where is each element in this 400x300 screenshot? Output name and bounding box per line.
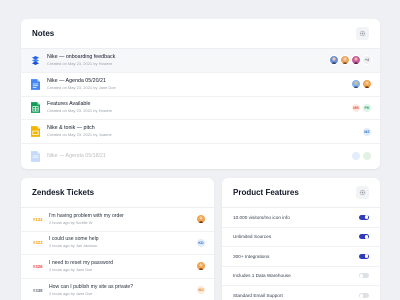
note-row[interactable]: Features Available Created on May 23, 20…: [21, 97, 380, 121]
ticket-title: I need to reset my password: [49, 259, 113, 266]
feature-row: 10.000 visitors/mo icon info: [222, 208, 380, 228]
feature-label: 10.000 visitors/mo icon info: [233, 214, 290, 220]
avatar-initials: MZ: [362, 126, 372, 137]
ticket-row[interactable]: #338 How can I publish my site as privat…: [21, 279, 214, 300]
avatar-initials: PK: [362, 102, 372, 113]
note-title: Nike — Agenda 05/20/21: [47, 77, 106, 84]
note-title: Nike & tonik — pitch: [47, 125, 95, 132]
note-meta: Created on May 23, 2021 by Howem: [47, 108, 113, 114]
note-meta: Created on May 23, 2021 by Howem: [47, 60, 113, 66]
ticket-title: How can I publish my site as private?: [49, 283, 134, 290]
ticket-id: #326: [33, 263, 43, 269]
note-row[interactable]: Nike — Agenda 05/18/21: [21, 144, 380, 168]
google-docs-icon: [31, 150, 40, 162]
notes-title: Notes: [32, 29, 55, 38]
toggle-knob: [364, 254, 369, 259]
toggle-knob: [364, 215, 369, 220]
feature-label: Unlimited Sources: [233, 234, 272, 240]
ticket-id: #134: [33, 216, 43, 222]
notes-card: Notes Nike — onboarding feedback Created…: [21, 19, 380, 169]
note-meta: Created on May 23, 2021 by Jane Doe: [47, 84, 116, 90]
avatar: [351, 55, 361, 66]
note-collaborators: MB PK: [351, 102, 372, 113]
ticket-row[interactable]: #134 I'm having problem with my order 2 …: [21, 208, 214, 232]
more-collaborators-badge[interactable]: +4: [362, 55, 372, 66]
product-features-card: Product Features 10.000 visitors/mo icon…: [222, 178, 380, 300]
note-title: Nike — onboarding feedback: [47, 53, 116, 60]
feature-row: Includes 1 Data Warehouse: [222, 267, 380, 286]
avatar: [329, 55, 339, 66]
note-collaborators: +4: [329, 55, 372, 66]
google-slides-icon: [31, 126, 40, 138]
google-docs-icon: [31, 78, 40, 90]
toggle-knob: [359, 273, 364, 278]
notes-settings-button[interactable]: [356, 27, 369, 40]
avatar: [340, 55, 350, 66]
feature-toggle[interactable]: [359, 273, 369, 279]
avatar: [351, 79, 361, 90]
avatar-initials: KD: [196, 237, 206, 248]
dropbox-paper-icon: [31, 55, 40, 65]
toggle-knob: [359, 293, 364, 298]
feature-toggle[interactable]: [359, 253, 369, 259]
ticket-meta: 2 hours ago by Jan Jackson: [49, 243, 98, 249]
note-title: Features Available: [47, 101, 91, 108]
ticket-title: I could use some help: [49, 236, 99, 243]
avatar: [196, 214, 206, 225]
features-header: Product Features: [222, 178, 380, 208]
feature-label: Includes 1 Data Warehouse: [233, 273, 291, 279]
zendesk-header: Zendesk Tickets: [21, 178, 214, 208]
feature-label: Standard Email Support: [233, 293, 283, 299]
avatar-initials: MJ: [196, 285, 206, 296]
feature-toggle[interactable]: [359, 214, 369, 220]
feature-toggle[interactable]: [359, 293, 369, 299]
note-meta: Created on May 23, 2021 by Joanne: [47, 132, 112, 138]
features-title: Product Features: [233, 188, 299, 197]
note-collaborators: [351, 151, 372, 162]
note-collaborators: [351, 79, 372, 90]
note-row[interactable]: Nike — Agenda 05/20/21 Created on May 23…: [21, 73, 380, 97]
ticket-row[interactable]: #326 I need to reset my password 2 hours…: [21, 255, 214, 279]
features-settings-button[interactable]: [356, 186, 369, 199]
toggle-knob: [364, 234, 369, 239]
zendesk-tickets-card: Zendesk Tickets #134 I'm having problem …: [21, 178, 214, 300]
notes-header: Notes: [21, 19, 380, 49]
feature-label: 300+ Integrations: [233, 253, 270, 259]
feature-row: 300+ Integrations: [222, 247, 380, 267]
gear-icon: [359, 30, 366, 37]
feature-row: Standard Email Support: [222, 286, 380, 300]
ticket-id: #338: [33, 287, 43, 293]
ticket-meta: 2 hours ago by Scottie W: [49, 219, 93, 225]
google-sheets-icon: [31, 102, 40, 114]
avatar: [362, 151, 372, 162]
ticket-meta: 2 hours ago by Jane Doe: [49, 266, 93, 272]
note-collaborators: MZ: [362, 126, 372, 137]
gear-icon: [359, 189, 366, 196]
note-title: Nike — Agenda 05/18/21: [47, 152, 106, 159]
ticket-id: #323: [33, 240, 43, 246]
avatar: [196, 261, 206, 272]
avatar: [351, 151, 361, 162]
ticket-meta: 2 hours ago by Jane Doe: [49, 290, 93, 296]
note-row[interactable]: Nike & tonik — pitch Created on May 23, …: [21, 120, 380, 145]
avatar-initials: MB: [351, 102, 361, 113]
zendesk-title: Zendesk Tickets: [32, 188, 95, 197]
feature-toggle[interactable]: [359, 234, 369, 240]
ticket-row[interactable]: #323 I could use some help 2 hours ago b…: [21, 232, 214, 255]
note-row[interactable]: Nike — onboarding feedback Created on Ma…: [21, 49, 380, 73]
feature-row: Unlimited Sources: [222, 228, 380, 247]
ticket-title: I'm having problem with my order: [49, 212, 124, 219]
avatar: [362, 79, 372, 90]
